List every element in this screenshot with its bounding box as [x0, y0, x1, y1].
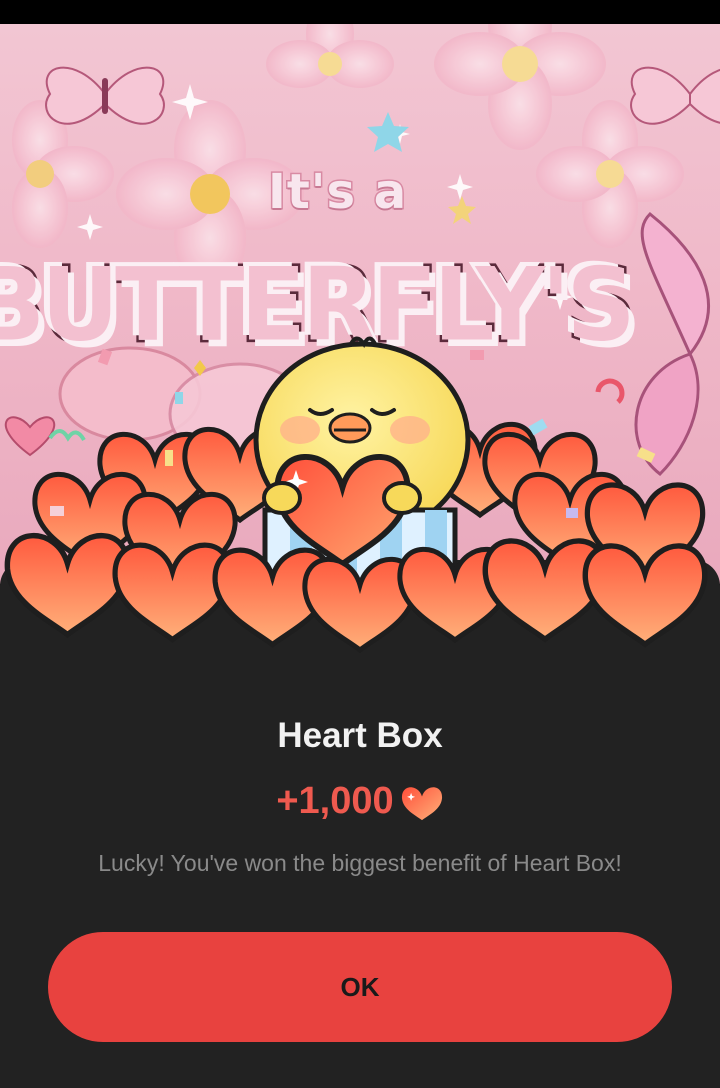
banner-headline-small: It's a	[266, 163, 408, 222]
reward-amount: +1,000	[276, 780, 394, 822]
reward-screen: It's a BUTTERFLY'S Heart Box +1,000 Luck…	[0, 0, 720, 1088]
dialog-title: Heart Box	[277, 716, 443, 755]
dialog-message: Lucky! You've won the biggest benefit of…	[98, 850, 622, 876]
status-bar	[0, 0, 720, 24]
heart-box-illustration	[0, 336, 720, 670]
heart-icon	[401, 786, 442, 820]
ok-button[interactable]: OK	[48, 932, 672, 1042]
reward-row: +1,000	[0, 780, 720, 823]
